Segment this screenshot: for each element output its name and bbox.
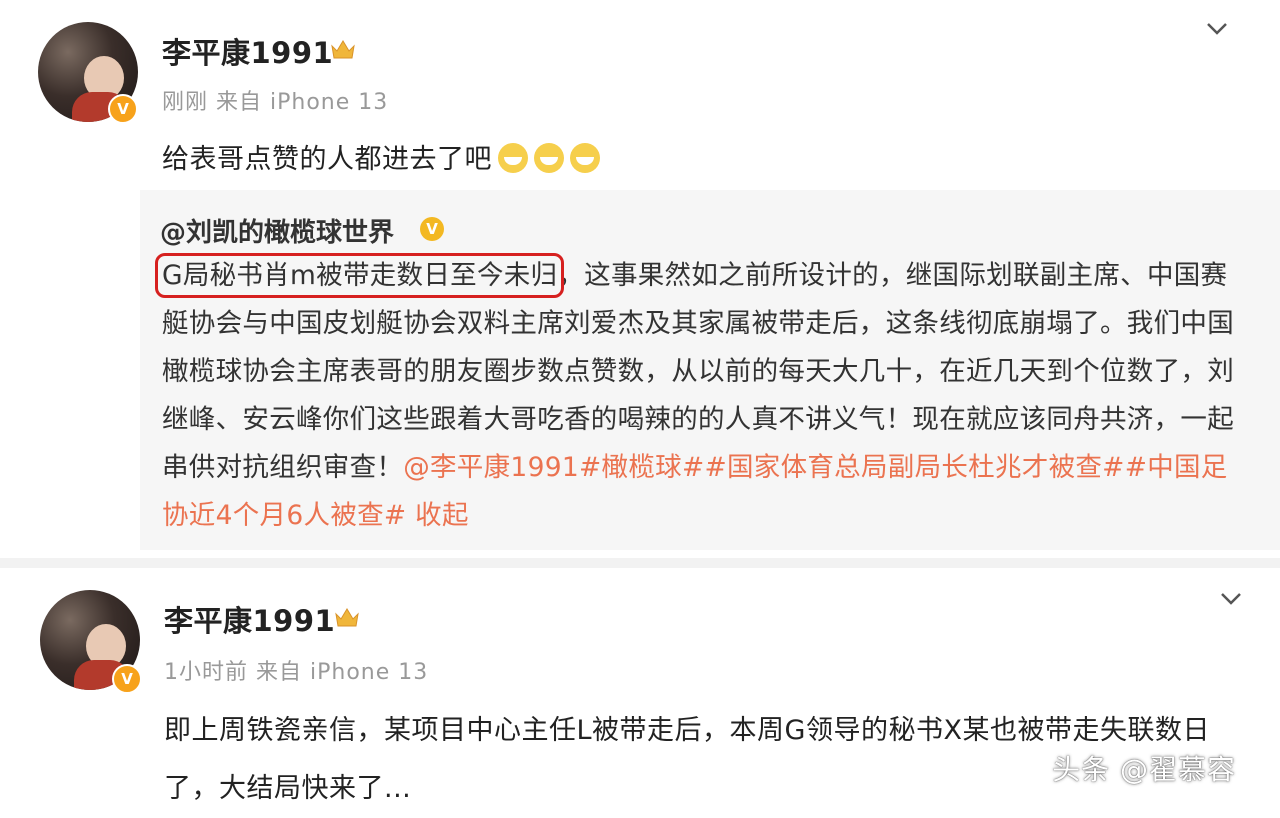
weibo-post-1: V 李平康1991 刚刚 来自 iPhone 13 给表哥点赞的人都进去了吧 @…	[0, 0, 1280, 565]
grin-emoji-icon	[570, 143, 600, 173]
post-text: 给表哥点赞的人都进去了吧	[162, 137, 600, 176]
grin-emoji-icon	[498, 143, 528, 173]
crown-icon	[331, 40, 355, 59]
repost-card[interactable]: @刘凯的橄榄球世界 V G局秘书肖m被带走数日至今未归，这事果然如之前所设计的，…	[140, 190, 1280, 550]
highlighted-text: G局秘书肖m被带走数日至今未归	[154, 253, 565, 298]
watermark: 头条 @翟慕容	[1052, 753, 1236, 786]
collapse-link[interactable]: 收起	[415, 500, 469, 531]
verified-badge-icon: V	[108, 94, 138, 124]
topic-link[interactable]: #国家体育总局副局长杜兆才被查#	[704, 452, 1124, 483]
repost-body-text: ，这事果然如之前所设计的，继国际划联副主席、中国赛艇协会与中国皮划艇协会双料主席…	[162, 260, 1234, 483]
post-meta: 1小时前 来自 iPhone 13	[164, 654, 428, 686]
verified-badge-icon: V	[420, 217, 444, 241]
topic-link[interactable]: #橄榄球#	[579, 452, 704, 483]
post-meta: 刚刚 来自 iPhone 13	[162, 84, 388, 116]
crown-icon	[335, 608, 359, 627]
repost-author[interactable]: @刘凯的橄榄球世界	[160, 212, 394, 249]
post-source: 来自 iPhone 13	[256, 660, 429, 685]
post-time: 刚刚	[162, 90, 209, 115]
post-text-content: 给表哥点赞的人都进去了吧	[162, 144, 492, 175]
repost-body: G局秘书肖m被带走数日至今未归，这事果然如之前所设计的，继国际划联副主席、中国赛…	[154, 252, 1252, 540]
mention-link[interactable]: @李平康1991	[403, 452, 579, 483]
post-source: 来自 iPhone 13	[216, 90, 389, 115]
post-time: 1小时前	[164, 660, 248, 685]
username[interactable]: 李平康1991	[162, 30, 333, 72]
chevron-down-icon[interactable]	[1206, 22, 1228, 36]
grin-emoji-icon	[534, 143, 564, 173]
username[interactable]: 李平康1991	[164, 598, 335, 640]
chevron-down-icon[interactable]	[1220, 592, 1242, 606]
verified-badge-icon: V	[112, 664, 142, 694]
